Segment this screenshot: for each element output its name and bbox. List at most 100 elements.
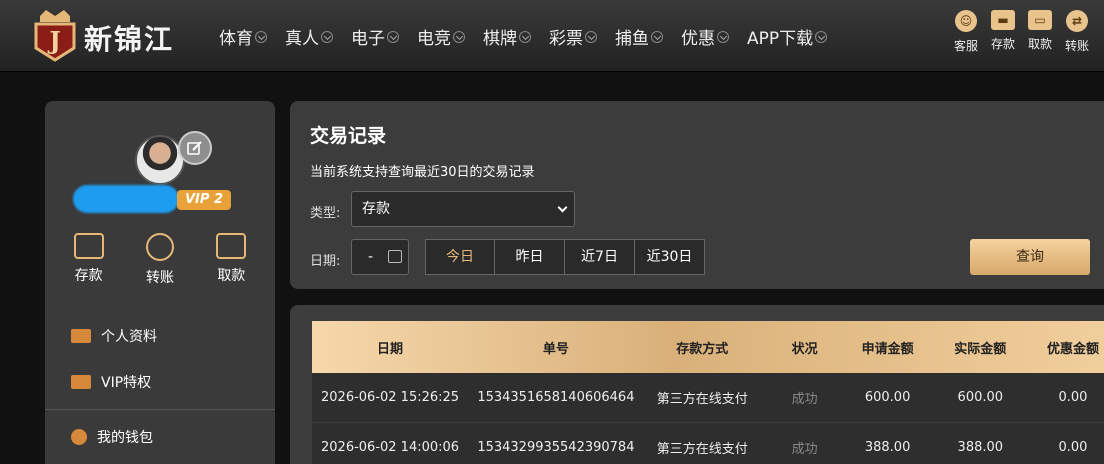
svg-text:J: J	[47, 26, 60, 55]
withdraw-button[interactable]: 取款	[201, 233, 261, 287]
menu-divider	[45, 409, 275, 410]
cell-requested-amount: 600.00	[864, 390, 911, 405]
query-button[interactable]: 查询	[970, 239, 1090, 275]
username-redacted	[73, 185, 179, 213]
account-sidebar: VIP 2 存款 转账 取款 个人资料 VIP特权 我的钱包	[45, 101, 275, 464]
quick-link-label: 客服	[954, 39, 979, 53]
last-7-days-button[interactable]: 近7日	[565, 239, 635, 275]
transfer-icon: ⇄	[1066, 10, 1088, 32]
date-label: 日期:	[310, 254, 341, 269]
deposit-label: 存款	[74, 268, 103, 284]
id-card-icon	[71, 329, 91, 343]
cell-date: 2026-06-02 15:26:25	[321, 390, 460, 405]
quick-link-label: 存款	[991, 37, 1016, 51]
nav-label: 电竞	[417, 29, 451, 49]
chevron-down-icon	[815, 30, 828, 43]
table-header: 日期 单号 存款方式 状况 申请金额 实际金额 优惠金额	[312, 321, 1104, 373]
nav-label: 优惠	[681, 29, 715, 49]
column-header: 日期	[377, 341, 404, 357]
quick-link-service[interactable]: ☺ 客服	[954, 10, 978, 54]
chevron-down-icon	[717, 30, 729, 43]
avatar[interactable]	[135, 135, 185, 185]
nav-item-app-download[interactable]: APP下载	[747, 24, 828, 49]
piggy-bank-icon	[71, 429, 87, 445]
nav-label: 体育	[219, 29, 253, 49]
nav-item-esports[interactable]: 电竞	[417, 24, 465, 49]
column-header: 优惠金额	[1046, 341, 1099, 357]
cell-date: 2026-06-02 14:00:06	[321, 440, 460, 455]
logo-badge-icon: J	[34, 10, 76, 62]
today-button[interactable]: 今日	[425, 239, 495, 275]
chevron-down-icon	[519, 30, 531, 43]
brand-name: 新锦江	[84, 23, 175, 56]
chevron-down-icon	[453, 30, 465, 43]
vip-badge: VIP 2	[177, 190, 231, 210]
chevron-down-icon	[651, 30, 663, 43]
quick-link-deposit[interactable]: ▬ 存款	[991, 10, 1015, 52]
main-nav: 体育 真人 电子 电竞 棋牌 彩票 捕鱼 优惠 APP下载	[219, 24, 845, 49]
column-header: 实际金额	[954, 341, 1007, 357]
column-header: 存款方式	[676, 341, 729, 357]
menu-item-label: 个人资料	[101, 329, 157, 345]
menu-item-profile[interactable]: 个人资料	[45, 313, 275, 359]
chevron-down-icon	[321, 30, 333, 43]
column-header: 状况	[791, 341, 818, 357]
nav-item-live[interactable]: 真人	[285, 24, 333, 49]
cell-order-id: 1534329935542390784	[477, 440, 635, 455]
nav-item-promotions[interactable]: 优惠	[681, 24, 729, 49]
date-range-value: -	[368, 249, 374, 265]
last-30-days-button[interactable]: 近30日	[635, 239, 705, 275]
brand-logo[interactable]: J 新锦江	[30, 6, 200, 64]
withdraw-icon: ▭	[1028, 10, 1052, 30]
quick-link-label: 转账	[1065, 39, 1090, 53]
nav-item-lottery[interactable]: 彩票	[549, 24, 597, 49]
nav-item-cards[interactable]: 棋牌	[483, 24, 531, 49]
quick-link-withdraw[interactable]: ▭ 取款	[1028, 10, 1052, 52]
table-row[interactable]: 2026-06-02 15:26:25 1534351658140606464 …	[312, 373, 1104, 423]
top-bar: J 新锦江 体育 真人 电子 电竞 棋牌 彩票 捕鱼 优惠 APP下载 ☺ 客服…	[0, 0, 1104, 72]
deposit-icon: ▬	[991, 10, 1015, 30]
chevron-down-icon	[387, 30, 399, 43]
nav-item-sports[interactable]: 体育	[219, 24, 267, 49]
column-header: 申请金额	[861, 341, 914, 357]
card-icon	[216, 233, 247, 259]
nav-label: 彩票	[549, 29, 583, 49]
transaction-table: 日期 单号 存款方式 状况 申请金额 实际金额 优惠金额 2026-06-02 …	[312, 321, 1104, 464]
cell-bonus-amount: 0.00	[1058, 440, 1088, 455]
yesterday-button[interactable]: 昨日	[495, 239, 565, 275]
menu-item-wallet[interactable]: 我的钱包	[45, 414, 275, 460]
chevron-down-icon	[557, 202, 568, 213]
quick-link-transfer[interactable]: ⇄ 转账	[1065, 10, 1089, 54]
menu-item-label: VIP特权	[101, 375, 152, 391]
deposit-button[interactable]: 存款	[59, 233, 119, 287]
calendar-icon	[388, 250, 402, 263]
wallet-icon	[73, 233, 104, 259]
cell-actual-amount: 600.00	[957, 390, 1004, 405]
nav-item-fishing[interactable]: 捕鱼	[615, 24, 663, 49]
nav-label: 棋牌	[483, 29, 517, 49]
nav-label: 电子	[351, 29, 385, 49]
transfer-icon	[145, 233, 174, 261]
menu-item-vip[interactable]: VIP特权	[45, 359, 275, 405]
nav-item-slots[interactable]: 电子	[351, 24, 399, 49]
cell-requested-amount: 388.00	[864, 440, 911, 455]
chevron-down-icon	[255, 30, 267, 43]
chevron-down-icon	[585, 30, 597, 43]
type-select[interactable]: 存款	[351, 191, 575, 227]
page-title: 交易记录	[310, 125, 387, 147]
nav-label: APP下载	[747, 29, 814, 49]
page-subtitle: 当前系统支持查询最近30日的交易记录	[310, 165, 535, 180]
date-range-input[interactable]: -	[351, 239, 409, 275]
edit-profile-button[interactable]	[178, 131, 212, 165]
transfer-button[interactable]: 转账	[130, 233, 190, 287]
nav-label: 真人	[285, 29, 319, 49]
quick-date-buttons: 今日 昨日 近7日 近30日	[425, 239, 705, 275]
edit-icon	[187, 141, 202, 155]
menu-item-label: 我的钱包	[97, 430, 153, 446]
quick-link-label: 取款	[1028, 37, 1053, 51]
table-row[interactable]: 2026-06-02 14:00:06 1534329935542390784 …	[312, 423, 1104, 464]
account-menu: 个人资料 VIP特权 我的钱包	[45, 313, 275, 460]
transfer-label: 转账	[145, 270, 174, 286]
service-icon: ☺	[955, 10, 977, 32]
cell-status: 成功	[791, 442, 818, 457]
